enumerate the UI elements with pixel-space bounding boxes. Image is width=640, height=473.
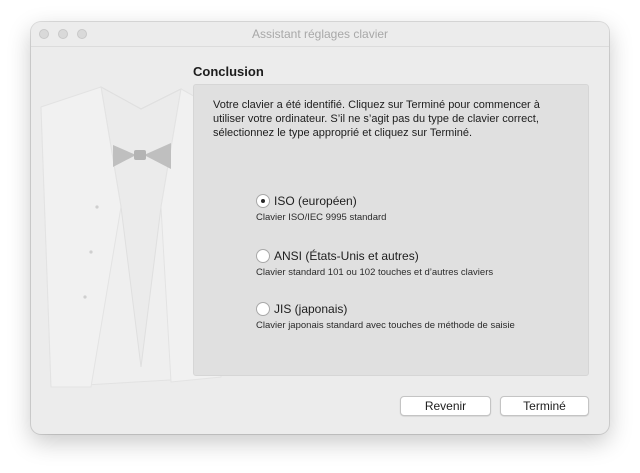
content-panel: Votre clavier a été identifié. Cliquez s… <box>193 84 589 376</box>
page-title: Conclusion <box>193 64 264 79</box>
radio-ansi[interactable] <box>256 249 270 263</box>
radio-jis[interactable] <box>256 302 270 316</box>
option-jis[interactable]: JIS (japonais) Clavier japonais standard… <box>256 301 576 331</box>
option-iso[interactable]: ISO (européen) Clavier ISO/IEC 9995 stan… <box>256 193 576 223</box>
conclusion-message: Votre clavier a été identifié. Cliquez s… <box>213 99 540 139</box>
radio-iso[interactable] <box>256 194 270 208</box>
option-ansi[interactable]: ANSI (États-Unis et autres) Clavier stan… <box>256 248 576 278</box>
option-label: ISO (européen) <box>274 194 357 208</box>
done-button[interactable]: Terminé <box>500 396 589 416</box>
option-description: Clavier standard 101 ou 102 touches et d… <box>256 267 494 278</box>
option-label: JIS (japonais) <box>274 302 348 316</box>
title-bar[interactable]: Assistant réglages clavier <box>31 22 609 47</box>
option-description: Clavier japonais standard avec touches d… <box>256 320 515 331</box>
option-label: ANSI (États-Unis et autres) <box>274 249 419 263</box>
assistant-window: Assistant réglages clavier Conclusion Vo… <box>31 22 609 434</box>
option-description: Clavier ISO/IEC 9995 standard <box>256 212 387 223</box>
window-title: Assistant réglages clavier <box>251 27 389 41</box>
back-button[interactable]: Revenir <box>400 396 491 416</box>
